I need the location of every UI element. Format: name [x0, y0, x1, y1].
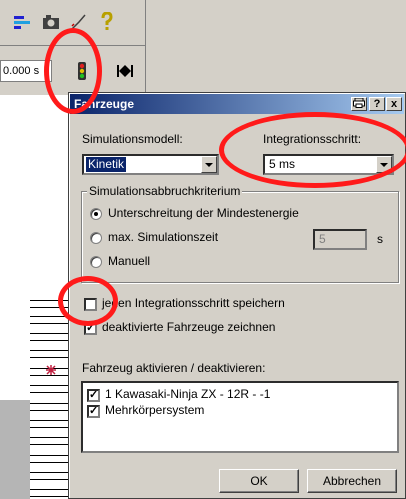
vehicles-list[interactable]: ✓ 1 Kawasaki-Ninja ZX - 12R - -1 ✓ Mehrk… [81, 381, 399, 453]
radio-max-sim-time-label[interactable]: max. Simulationszeit [108, 230, 218, 244]
hierarchy-icon[interactable] [10, 8, 36, 36]
toolbar-divider [145, 0, 146, 95]
integration-step-value: 5 ms [269, 157, 296, 171]
draw-deactivated-label[interactable]: deaktivierte Fahrzeuge zeichnen [102, 320, 275, 334]
vehicle-lane [30, 455, 70, 463]
dialog-title: Fahrzeuge [74, 97, 135, 111]
print-icon[interactable] [351, 97, 367, 111]
vehicle-lane [30, 437, 70, 445]
vehicle-2-label[interactable]: Mehrkörpersystem [105, 403, 204, 417]
sim-model-select[interactable]: Kinetik [82, 154, 219, 175]
vehicle-lane [30, 333, 70, 341]
skip-end-icon[interactable] [112, 58, 138, 84]
chevron-down-icon[interactable] [376, 156, 392, 173]
sim-model-value: Kinetik [86, 157, 127, 172]
max-sim-time-input[interactable]: 5 [313, 229, 367, 250]
save-every-step-checkbox[interactable] [84, 298, 97, 311]
road-area [0, 400, 30, 499]
vehicle-lane [30, 472, 70, 480]
time-field[interactable]: 0.000 s [0, 60, 52, 82]
integration-step-select[interactable]: 5 ms [263, 154, 394, 175]
abort-group-label: Simulationsabbruchkriterium [87, 184, 243, 198]
save-every-step-label[interactable]: jeden Integrationsschritt speichern [102, 296, 285, 310]
radio-manual-label[interactable]: Manuell [108, 254, 150, 268]
radio-manual[interactable] [90, 256, 102, 268]
vehicles-dialog: Fahrzeuge ? x Simulationsmodell: Kinetik… [68, 92, 406, 499]
vehicle-2-checkbox[interactable]: ✓ [87, 405, 100, 418]
sim-model-label: Simulationsmodell: [82, 132, 183, 146]
traffic-light-icon[interactable] [70, 58, 94, 84]
radio-max-sim-time[interactable] [90, 232, 102, 244]
help-icon[interactable] [94, 8, 120, 36]
radio-min-energy-label[interactable]: Unterschreitung der Mindestenergie [108, 206, 299, 220]
toolbar-divider [0, 45, 145, 46]
ok-button[interactable]: OK [219, 469, 299, 493]
radio-min-energy[interactable] [90, 208, 102, 220]
chevron-down-icon[interactable] [201, 156, 217, 173]
vehicle-1-checkbox[interactable]: ✓ [87, 389, 100, 402]
dialog-titlebar[interactable]: Fahrzeuge ? x [70, 94, 404, 114]
vehicle-lane [30, 300, 70, 308]
max-sim-time-unit: s [377, 232, 383, 246]
vehicles-list-label: Fahrzeug aktivieren / deaktivieren: [82, 361, 266, 375]
help-button[interactable]: ? [369, 97, 385, 111]
camera-icon[interactable] [38, 8, 64, 36]
vehicle-lane [30, 403, 70, 411]
integration-label: Integrationsschritt: [263, 132, 362, 146]
curve-icon[interactable] [66, 8, 92, 36]
close-button[interactable]: x [386, 97, 402, 111]
vehicle-marker-icon [46, 364, 56, 375]
vehicle-lane [30, 350, 70, 358]
cancel-button[interactable]: Abbrechen [307, 469, 397, 493]
vehicle-lane [30, 316, 70, 324]
draw-deactivated-checkbox[interactable]: ✓ [84, 322, 97, 335]
vehicle-lane [30, 489, 70, 497]
vehicle-1-label[interactable]: 1 Kawasaki-Ninja ZX - 12R - -1 [105, 387, 270, 401]
vehicle-lane [30, 420, 70, 428]
vehicle-lane [30, 385, 70, 393]
